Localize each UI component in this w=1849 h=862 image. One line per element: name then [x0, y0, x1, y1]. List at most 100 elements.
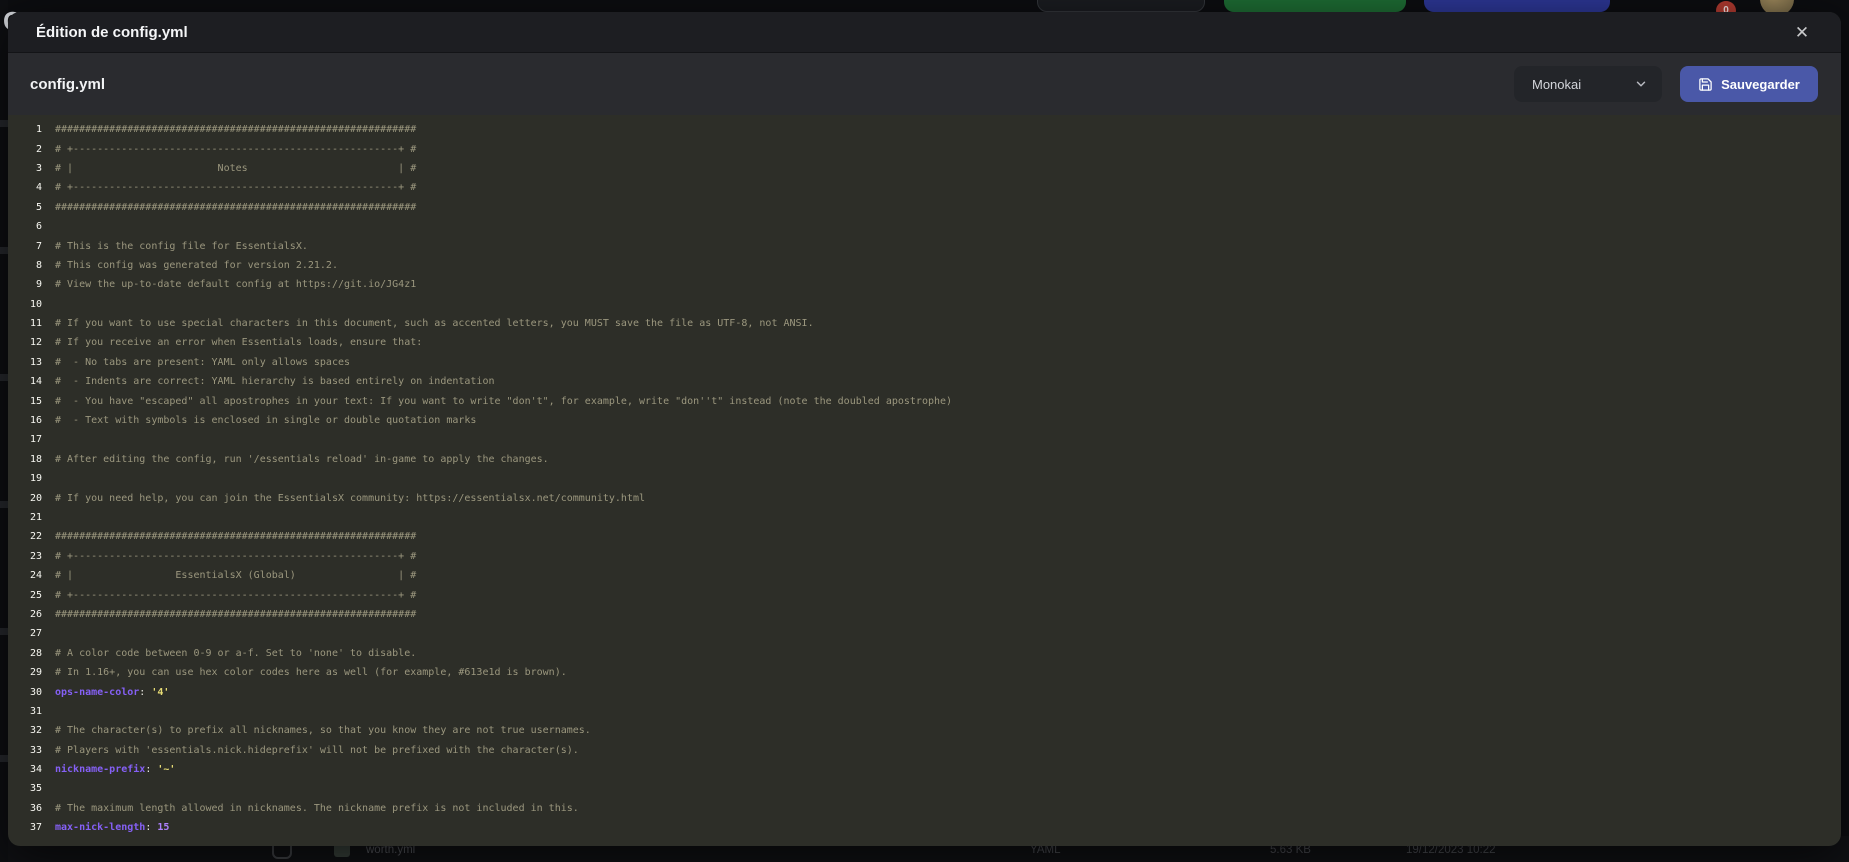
- code-line[interactable]: 17: [8, 430, 1841, 449]
- code-line[interactable]: 12# If you receive an error when Essenti…: [8, 333, 1841, 352]
- code-line[interactable]: 35: [8, 779, 1841, 798]
- modal-header: Édition de config.yml ✕: [8, 12, 1841, 53]
- modal-title: Édition de config.yml: [36, 24, 1789, 41]
- chevron-down-icon: [1634, 77, 1648, 91]
- line-content: ########################################…: [42, 609, 416, 620]
- code-line[interactable]: 14# - Indents are correct: YAML hierarch…: [8, 372, 1841, 391]
- theme-select[interactable]: Monokai: [1514, 66, 1662, 102]
- line-number: 4: [8, 182, 42, 193]
- line-number: 17: [8, 434, 42, 445]
- code-line[interactable]: 28# A color code between 0-9 or a-f. Set…: [8, 644, 1841, 663]
- line-number: 37: [8, 822, 42, 833]
- code-line[interactable]: 18# After editing the config, run '/esse…: [8, 450, 1841, 469]
- line-content: # If you receive an error when Essential…: [42, 337, 422, 348]
- theme-select-value: Monokai: [1532, 77, 1634, 92]
- code-line[interactable]: 33# Players with 'essentials.nick.hidepr…: [8, 741, 1841, 760]
- line-number: 25: [8, 590, 42, 601]
- code-line[interactable]: 22######################################…: [8, 527, 1841, 546]
- line-number: 11: [8, 318, 42, 329]
- line-number: 29: [8, 667, 42, 678]
- code-line[interactable]: 4# +------------------------------------…: [8, 178, 1841, 197]
- code-line[interactable]: 10: [8, 295, 1841, 314]
- line-number: 22: [8, 531, 42, 542]
- save-button-label: Sauvegarder: [1721, 77, 1800, 92]
- code-line[interactable]: 27: [8, 624, 1841, 643]
- code-line[interactable]: 11# If you want to use special character…: [8, 314, 1841, 333]
- code-line[interactable]: 32# The character(s) to prefix all nickn…: [8, 721, 1841, 740]
- line-number: 3: [8, 163, 42, 174]
- line-content: # +-------------------------------------…: [42, 590, 416, 601]
- line-content: # | Notes | #: [42, 163, 416, 174]
- line-content: # +-------------------------------------…: [42, 144, 416, 155]
- line-number: 32: [8, 725, 42, 736]
- line-number: 12: [8, 337, 42, 348]
- line-content: # This is the config file for Essentials…: [42, 241, 308, 252]
- line-number: 5: [8, 202, 42, 213]
- line-number: 31: [8, 706, 42, 717]
- line-number: 21: [8, 512, 42, 523]
- line-number: 8: [8, 260, 42, 271]
- code-line[interactable]: 6: [8, 217, 1841, 236]
- code-line[interactable]: 3# | Notes | #: [8, 159, 1841, 178]
- code-line[interactable]: 31: [8, 702, 1841, 721]
- code-line[interactable]: 30ops-name-color: '4': [8, 682, 1841, 701]
- line-number: 35: [8, 783, 42, 794]
- code-line[interactable]: 26######################################…: [8, 605, 1841, 624]
- line-number: 26: [8, 609, 42, 620]
- code-editor[interactable]: 1#######################################…: [8, 115, 1841, 846]
- code-line[interactable]: 5#######################################…: [8, 198, 1841, 217]
- code-line[interactable]: 1#######################################…: [8, 120, 1841, 139]
- code-line[interactable]: 16# - Text with symbols is enclosed in s…: [8, 411, 1841, 430]
- code-line[interactable]: 21: [8, 508, 1841, 527]
- line-content: # If you need help, you can join the Ess…: [42, 493, 645, 504]
- line-number: 36: [8, 803, 42, 814]
- line-content: # The character(s) to prefix all nicknam…: [42, 725, 591, 736]
- code-line[interactable]: 34nickname-prefix: '~': [8, 760, 1841, 779]
- line-number: 1: [8, 124, 42, 135]
- code-line[interactable]: 37max-nick-length: 15: [8, 818, 1841, 837]
- line-content: nickname-prefix: '~': [42, 764, 175, 775]
- code-line[interactable]: 7# This is the config file for Essential…: [8, 236, 1841, 255]
- code-line[interactable]: 29# In 1.16+, you can use hex color code…: [8, 663, 1841, 682]
- line-content: ops-name-color: '4': [42, 687, 169, 698]
- save-button[interactable]: Sauvegarder: [1680, 66, 1818, 102]
- line-number: 23: [8, 551, 42, 562]
- line-number: 16: [8, 415, 42, 426]
- line-content: # | EssentialsX (Global) | #: [42, 570, 416, 581]
- code-line[interactable]: 13# - No tabs are present: YAML only all…: [8, 353, 1841, 372]
- line-content: # +-------------------------------------…: [42, 182, 416, 193]
- line-content: # A color code between 0-9 or a-f. Set t…: [42, 648, 416, 659]
- line-number: 18: [8, 454, 42, 465]
- line-content: # Players with 'essentials.nick.hidepref…: [42, 745, 579, 756]
- line-number: 10: [8, 299, 42, 310]
- line-number: 15: [8, 396, 42, 407]
- code-line[interactable]: 15# - You have "escaped" all apostrophes…: [8, 391, 1841, 410]
- code-line[interactable]: 24# | EssentialsX (Global) | #: [8, 566, 1841, 585]
- code-line[interactable]: 25# +-----------------------------------…: [8, 585, 1841, 604]
- line-content: # In 1.16+, you can use hex color codes …: [42, 667, 567, 678]
- line-number: 2: [8, 144, 42, 155]
- line-content: # View the up-to-date default config at …: [42, 279, 416, 290]
- line-content: # After editing the config, run '/essent…: [42, 454, 549, 465]
- code-line[interactable]: 8# This config was generated for version…: [8, 256, 1841, 275]
- code-line[interactable]: 36# The maximum length allowed in nickna…: [8, 799, 1841, 818]
- line-content: ########################################…: [42, 124, 416, 135]
- code-line[interactable]: 19: [8, 469, 1841, 488]
- code-area[interactable]: 1#######################################…: [8, 120, 1841, 837]
- line-content: max-nick-length: 15: [42, 822, 169, 833]
- line-number: 24: [8, 570, 42, 581]
- close-icon[interactable]: ✕: [1789, 19, 1815, 45]
- line-number: 13: [8, 357, 42, 368]
- code-line[interactable]: 20# If you need help, you can join the E…: [8, 488, 1841, 507]
- file-toolbar: config.yml Monokai Sauvegarder: [8, 53, 1841, 115]
- code-line[interactable]: 9# View the up-to-date default config at…: [8, 275, 1841, 294]
- sidebar-sliver: [0, 0, 8, 862]
- code-line[interactable]: 23# +-----------------------------------…: [8, 547, 1841, 566]
- line-number: 9: [8, 279, 42, 290]
- save-icon: [1698, 77, 1713, 92]
- line-number: 14: [8, 376, 42, 387]
- background-button-green: [1224, 0, 1406, 12]
- line-number: 33: [8, 745, 42, 756]
- line-number: 7: [8, 241, 42, 252]
- code-line[interactable]: 2# +------------------------------------…: [8, 139, 1841, 158]
